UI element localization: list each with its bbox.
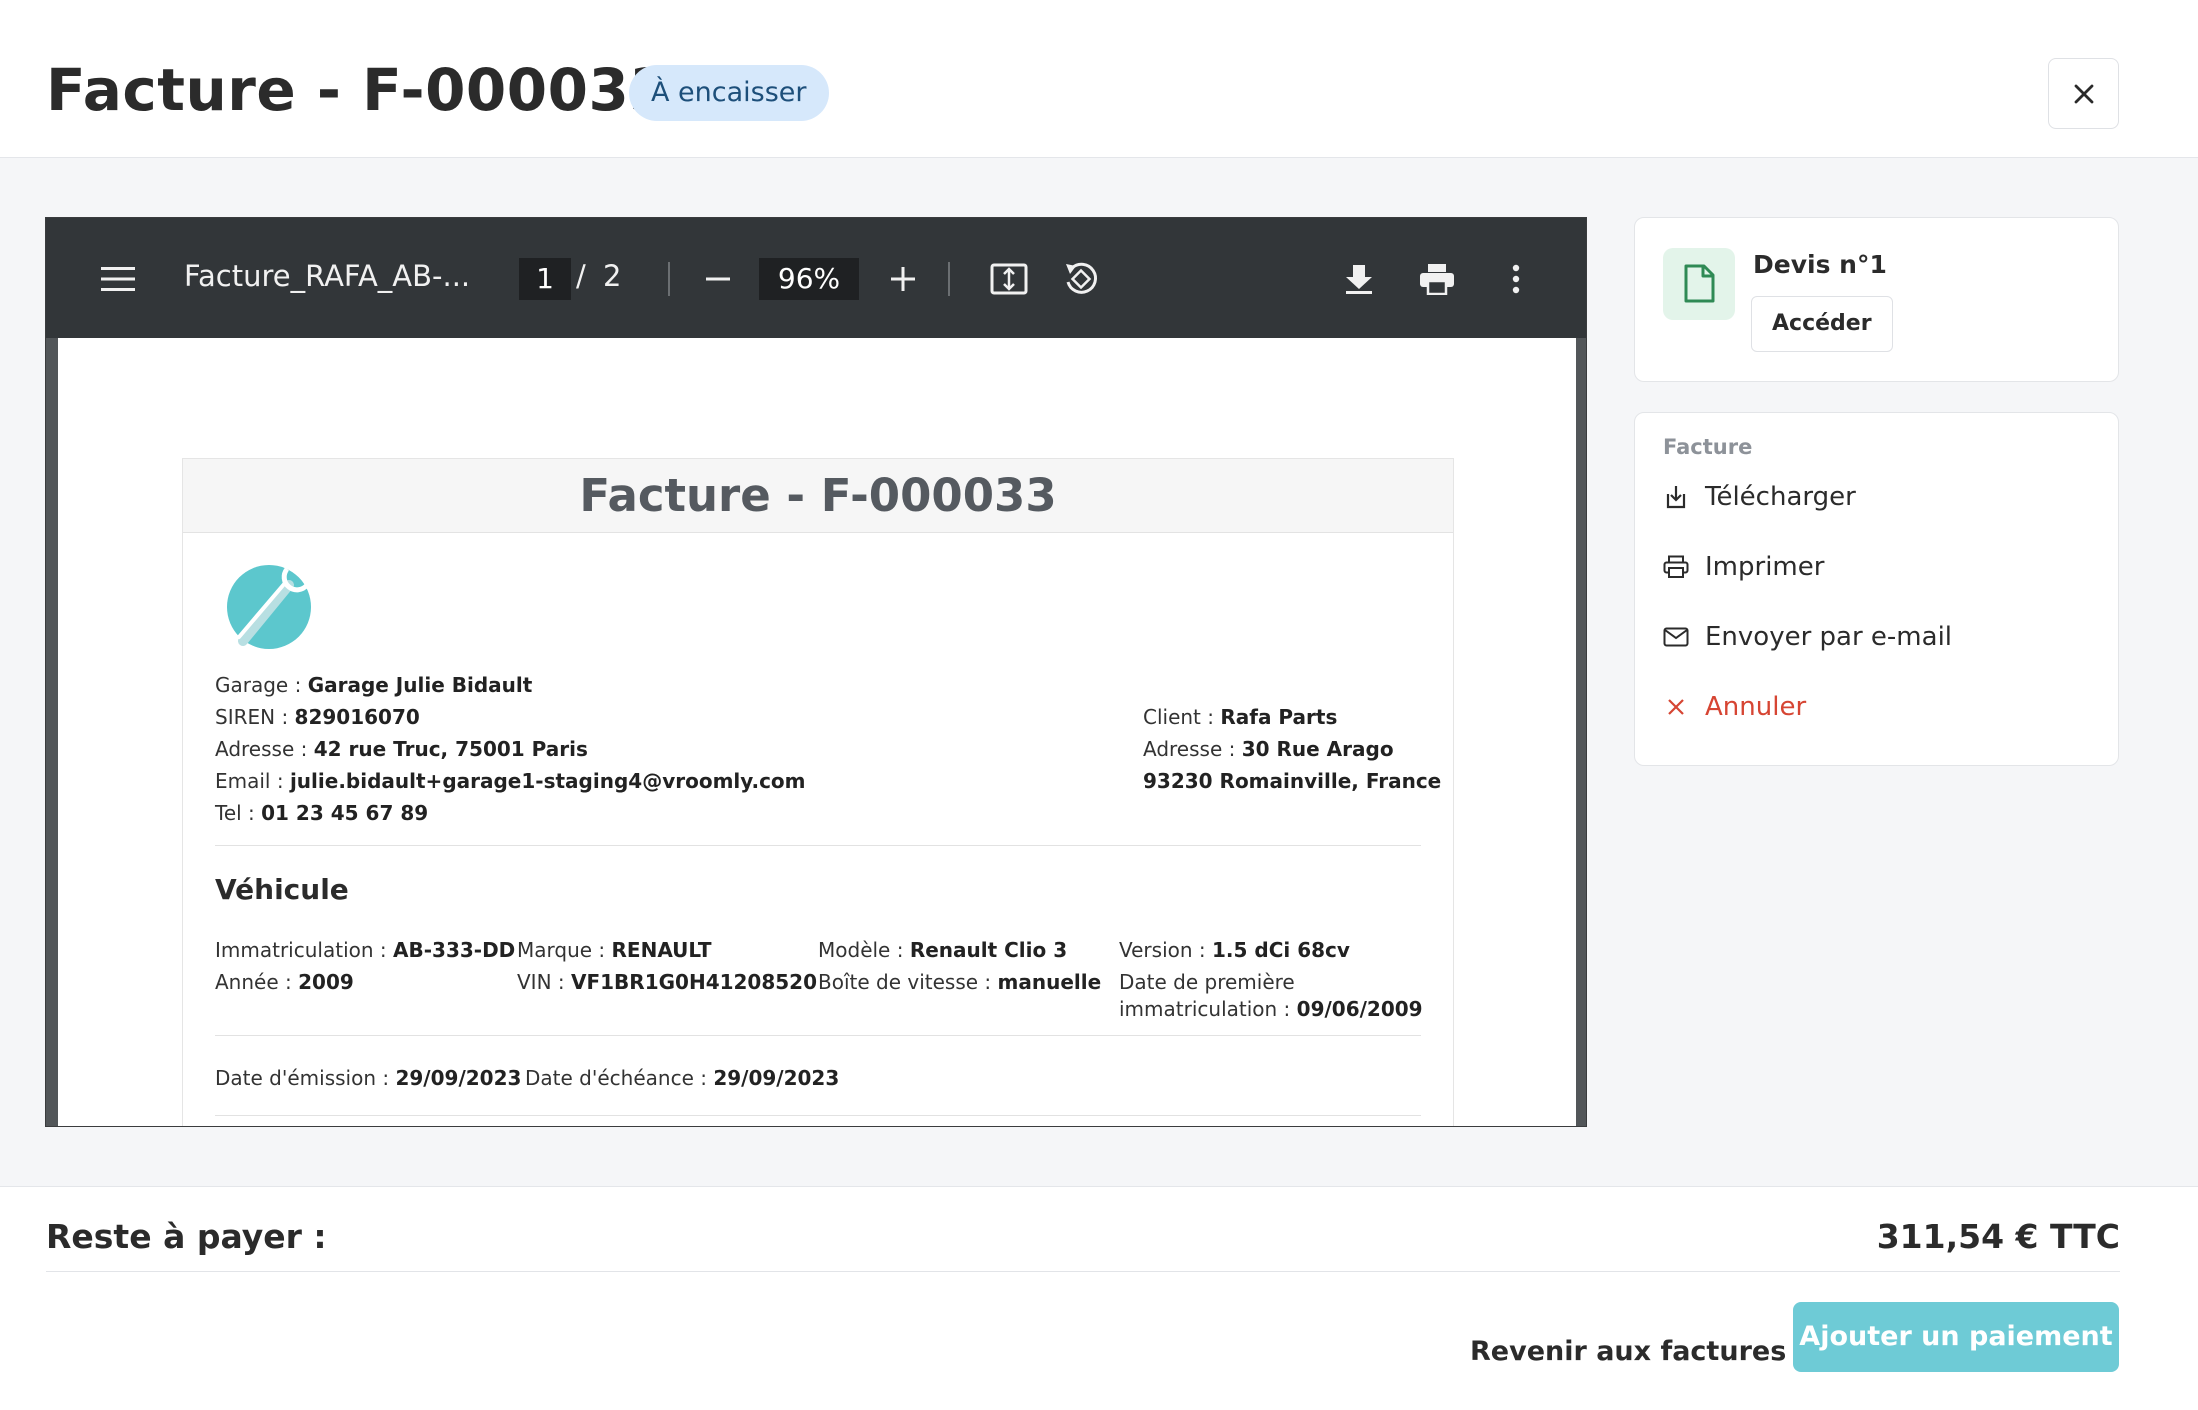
close-icon bbox=[2074, 84, 2093, 103]
garage-email: julie.bidault+garage1-staging4@vroomly.c… bbox=[289, 769, 806, 793]
garage-siren-line: SIREN : 829016070 bbox=[215, 705, 420, 729]
print-action-label: Imprimer bbox=[1705, 552, 1825, 582]
access-devis-button[interactable]: Accéder bbox=[1751, 296, 1893, 352]
garage-address: 42 rue Truc, 75001 Paris bbox=[313, 737, 588, 761]
document-title: Facture - F-000033 bbox=[183, 459, 1453, 533]
devis-icon-wrapper bbox=[1663, 248, 1735, 320]
rotate-icon bbox=[1066, 262, 1097, 294]
garage-tel: 01 23 45 67 89 bbox=[261, 801, 429, 825]
garage-logo-wrench-icon bbox=[227, 565, 311, 649]
invoice-actions-card: Facture Télécharger Imprimer Envoyer par… bbox=[1634, 412, 2119, 766]
plus-icon bbox=[891, 267, 915, 291]
vehicle-model-line: Modèle : Renault Clio 3 bbox=[818, 938, 1068, 962]
garage-email-line: Email : julie.bidault+garage1-staging4@v… bbox=[215, 769, 806, 793]
vehicle-year-line: Année : 2009 bbox=[215, 970, 354, 994]
print-button[interactable] bbox=[1414, 256, 1460, 302]
vehicle-first-reg-line: immatriculation : 09/06/2009 bbox=[1119, 997, 1423, 1021]
print-action[interactable]: Imprimer bbox=[1663, 545, 1824, 589]
more-vertical-icon bbox=[1512, 264, 1520, 294]
footer-divider bbox=[46, 1271, 2120, 1272]
page-separator: / bbox=[576, 259, 586, 293]
vehicle-version-line: Version : 1.5 dCi 68cv bbox=[1119, 938, 1350, 962]
client-address-line: Adresse : 30 Rue Arago bbox=[1143, 737, 1394, 761]
garage-siren: 829016070 bbox=[294, 705, 420, 729]
remaining-amount: 311,54 € TTC bbox=[1876, 1217, 2120, 1256]
document-icon bbox=[1684, 264, 1715, 303]
download-icon bbox=[1346, 265, 1372, 294]
client-name-line: Client : Rafa Parts bbox=[1143, 705, 1338, 729]
vehicle-gearbox-line: Boîte de vitesse : manuelle bbox=[818, 970, 1102, 994]
remaining-label: Reste à payer : bbox=[46, 1217, 327, 1256]
emission-date-line: Date d'émission : 29/09/2023 bbox=[215, 1066, 522, 1090]
back-to-invoices-button[interactable]: Revenir aux factures bbox=[1456, 1317, 1800, 1387]
menu-button[interactable] bbox=[96, 258, 140, 300]
vehicle-vin: VF1BR1G0H41208520 bbox=[571, 970, 818, 994]
toolbar-divider bbox=[668, 262, 670, 296]
fit-to-page-icon bbox=[990, 263, 1028, 295]
pdf-toolbar: Facture_RAFA_AB-... 1 / 2 96% bbox=[46, 218, 1586, 338]
status-badge: À encaisser bbox=[629, 65, 829, 121]
email-action-label: Envoyer par e-mail bbox=[1705, 622, 1953, 652]
hamburger-icon bbox=[101, 267, 135, 291]
pdf-file-name: Facture_RAFA_AB-... bbox=[184, 259, 471, 293]
close-button[interactable] bbox=[2048, 58, 2119, 129]
page-total: 2 bbox=[603, 259, 622, 293]
cross-icon bbox=[1663, 694, 1689, 720]
invoice-section-label: Facture bbox=[1663, 435, 1753, 459]
garage-tel-line: Tel : 01 23 45 67 89 bbox=[215, 801, 429, 825]
zoom-level[interactable]: 96% bbox=[759, 258, 859, 300]
garage-address-line: Adresse : 42 rue Truc, 75001 Paris bbox=[215, 737, 588, 761]
vehicle-brand: RENAULT bbox=[611, 938, 712, 962]
printer-icon bbox=[1663, 554, 1689, 580]
download-action[interactable]: Télécharger bbox=[1663, 475, 1856, 519]
modal-header: Facture - F-000033 À encaisser bbox=[0, 0, 2198, 158]
rotate-button[interactable] bbox=[1058, 256, 1104, 302]
garage-name: Garage Julie Bidault bbox=[307, 673, 533, 697]
vehicle-brand-line: Marque : RENAULT bbox=[517, 938, 712, 962]
vehicle-section-title: Véhicule bbox=[215, 873, 349, 906]
invoice-document: Facture - F-000033 Garage : Garage Julie… bbox=[182, 458, 1454, 1126]
zoom-in-button[interactable] bbox=[881, 258, 925, 300]
more-options-button[interactable] bbox=[1496, 256, 1536, 302]
vehicle-first-reg: 09/06/2009 bbox=[1296, 997, 1423, 1021]
modal-footer: Reste à payer : 311,54 € TTC Revenir aux… bbox=[0, 1186, 2198, 1410]
devis-title: Devis n°1 bbox=[1753, 250, 1887, 279]
vehicle-year: 2009 bbox=[298, 970, 354, 994]
vehicle-gearbox: manuelle bbox=[997, 970, 1102, 994]
cancel-action-label: Annuler bbox=[1705, 692, 1807, 722]
printer-icon bbox=[1420, 264, 1454, 295]
vehicle-plate-line: Immatriculation : AB-333-DD bbox=[215, 938, 516, 962]
zoom-out-button[interactable] bbox=[696, 258, 740, 300]
page-title: Facture - F-000033 bbox=[46, 56, 671, 124]
emission-date: 29/09/2023 bbox=[395, 1066, 522, 1090]
vehicle-first-reg-label: Date de première bbox=[1119, 970, 1295, 994]
page-number-input[interactable]: 1 bbox=[519, 258, 571, 300]
download-action-label: Télécharger bbox=[1705, 482, 1856, 512]
divider bbox=[215, 845, 1421, 846]
vehicle-version: 1.5 dCi 68cv bbox=[1212, 938, 1350, 962]
cancel-action[interactable]: Annuler bbox=[1663, 685, 1806, 729]
toolbar-divider bbox=[948, 262, 950, 296]
mail-icon bbox=[1663, 624, 1689, 650]
vehicle-vin-line: VIN : VF1BR1G0H41208520 bbox=[517, 970, 818, 994]
download-button[interactable] bbox=[1336, 256, 1382, 302]
add-payment-button[interactable]: Ajouter un paiement bbox=[1793, 1302, 2119, 1372]
pdf-viewer: Facture_RAFA_AB-... 1 / 2 96% Facture - … bbox=[45, 217, 1587, 1127]
pdf-page: Facture - F-000033 Garage : Garage Julie… bbox=[58, 338, 1576, 1126]
garage-name-line: Garage : Garage Julie Bidault bbox=[215, 673, 533, 697]
divider bbox=[215, 1115, 1421, 1116]
email-action[interactable]: Envoyer par e-mail bbox=[1663, 615, 1952, 659]
client-address-line2: 93230 Romainville, France bbox=[1143, 769, 1442, 793]
fit-page-button[interactable] bbox=[986, 256, 1032, 302]
minus-icon bbox=[706, 277, 730, 281]
due-date-line: Date d'échéance : 29/09/2023 bbox=[525, 1066, 840, 1090]
client-name: Rafa Parts bbox=[1220, 705, 1338, 729]
client-address-line1: 30 Rue Arago bbox=[1241, 737, 1394, 761]
devis-card: Devis n°1 Accéder bbox=[1634, 217, 2119, 382]
divider bbox=[215, 1035, 1421, 1036]
vehicle-model: Renault Clio 3 bbox=[909, 938, 1068, 962]
download-icon bbox=[1663, 484, 1689, 510]
vehicle-plate: AB-333-DD bbox=[393, 938, 516, 962]
due-date: 29/09/2023 bbox=[713, 1066, 840, 1090]
